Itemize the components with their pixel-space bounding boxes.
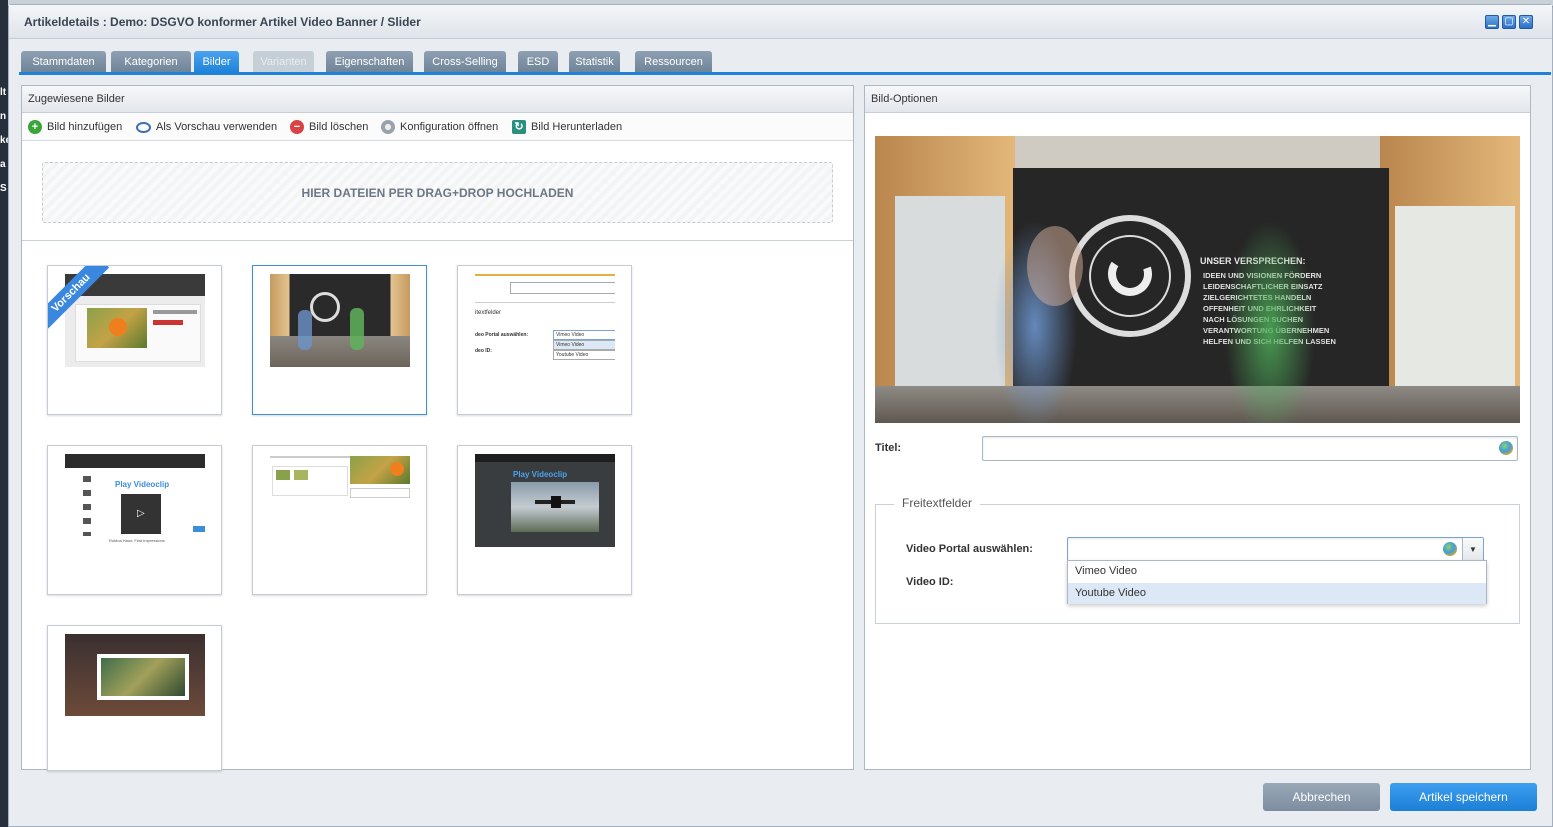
image-thumbnail-2[interactable]: [252, 265, 427, 415]
thumb-text: Rubina Haus: First Impressions: [109, 538, 165, 543]
add-image-label: Bild hinzufügen: [47, 121, 123, 133]
minus-icon: −: [290, 120, 304, 134]
assigned-images-panel: Zugewiesene Bilder + Bild hinzufügen Als …: [21, 85, 854, 771]
image-thumbnail-7[interactable]: [47, 625, 222, 771]
option-youtube-video[interactable]: Youtube Video: [1068, 583, 1486, 604]
image-thumbnail-5[interactable]: [252, 445, 427, 595]
save-article-button[interactable]: Artikel speichern: [1390, 783, 1537, 811]
gear-icon: [381, 120, 395, 134]
thumbnail-image: [270, 454, 410, 547]
video-portal-dropdown: Vimeo Video Youtube Video: [1067, 560, 1487, 604]
tab-ressourcen[interactable]: Ressourcen: [635, 51, 712, 73]
thumbnail-image: itextfelder deo Portal auswählen: deo ID…: [475, 274, 615, 367]
thumbnail-image: Play Videoclip ▷ Rubina Haus: First Impr…: [65, 454, 205, 562]
maximize-icon[interactable]: ▢: [1502, 15, 1516, 29]
globe-icon[interactable]: [1499, 441, 1513, 455]
thumb-text: itextfelder: [475, 310, 502, 316]
thumb-text: deo Portal auswählen:: [475, 332, 529, 338]
video-portal-select[interactable]: ▼: [1067, 537, 1484, 562]
globe-icon[interactable]: [1443, 542, 1457, 556]
open-config-button[interactable]: Konfiguration öffnen: [381, 120, 498, 134]
image-thumbnail-3[interactable]: itextfelder deo Portal auswählen: deo ID…: [457, 265, 632, 415]
delete-image-label: Bild löschen: [309, 121, 369, 133]
option-vimeo-video[interactable]: Vimeo Video: [1068, 561, 1486, 582]
thumb-text: Vimeo Video: [553, 330, 615, 340]
selected-image-preview: UNSER VERSPRECHEN: IDEEN UND VISIONEN FÖ…: [875, 136, 1520, 423]
tab-stammdaten[interactable]: Stammdaten: [21, 51, 106, 73]
article-details-window: Artikeldetails : Demo: DSGVO konformer A…: [8, 4, 1553, 827]
divider: [22, 240, 853, 241]
delete-image-button[interactable]: − Bild löschen: [290, 120, 368, 134]
tab-bilder[interactable]: Bilder: [194, 51, 239, 73]
tab-esd[interactable]: ESD: [518, 51, 558, 73]
thumb-text: Play Videoclip: [115, 480, 170, 489]
thumb-text: Youtube Video: [553, 350, 615, 360]
minimize-icon[interactable]: ▁: [1485, 15, 1499, 29]
title-label: Titel:: [875, 442, 902, 454]
bg-text-4: a: [0, 159, 6, 170]
video-portal-label: Video Portal auswählen:: [906, 543, 1033, 555]
panel-title: Bild-Optionen: [865, 86, 1530, 113]
download-image-label: Bild Herunterladen: [531, 121, 623, 133]
window-title: Artikeldetails : Demo: DSGVO konformer A…: [24, 15, 421, 29]
window-titlebar[interactable]: Artikeldetails : Demo: DSGVO konformer A…: [9, 5, 1552, 39]
tab-kategorien[interactable]: Kategorien: [111, 51, 191, 73]
bg-text-5: S: [0, 183, 7, 194]
thumb-text: Vimeo Video: [553, 340, 615, 350]
fieldset-legend: Freitextfelder: [894, 496, 981, 510]
tab-statistik[interactable]: Statistik: [569, 51, 620, 73]
drag-drop-upload-zone[interactable]: HIER DATEIEN PER DRAG+DROP HOCHLADEN: [42, 162, 833, 223]
background-window-strip: lt n ke a S: [0, 0, 8, 827]
chevron-down-icon[interactable]: ▼: [1462, 538, 1483, 561]
office-photo: UNSER VERSPRECHEN: IDEEN UND VISIONEN FÖ…: [875, 136, 1520, 423]
tab-varianten: Varianten: [253, 51, 314, 73]
thumbnail-image: Play Videoclip: [475, 454, 615, 547]
eye-icon: [136, 122, 151, 133]
cancel-button[interactable]: Abbrechen: [1263, 783, 1380, 811]
image-thumbnail-1[interactable]: Vorschau: [47, 265, 222, 415]
download-icon: ↻: [512, 120, 526, 134]
video-id-label: Video ID:: [906, 576, 954, 588]
add-image-button[interactable]: + Bild hinzufügen: [28, 120, 122, 134]
bg-text-1: lt: [0, 87, 7, 98]
tab-underline: [19, 72, 1551, 75]
download-image-button[interactable]: ↻ Bild Herunterladen: [512, 120, 622, 134]
open-config-label: Konfiguration öffnen: [400, 121, 499, 133]
thumb-text: Play Videoclip: [513, 470, 568, 479]
image-options-panel: Bild-Optionen UNSER VERSPRE: [864, 85, 1531, 770]
thumbnail-image: [270, 274, 410, 367]
bg-text-2: n: [0, 111, 7, 122]
image-thumbnail-4[interactable]: Play Videoclip ▷ Rubina Haus: First Impr…: [47, 445, 222, 595]
image-toolbar: + Bild hinzufügen Als Vorschau verwenden …: [22, 113, 853, 141]
image-thumbnail-6[interactable]: Play Videoclip: [457, 445, 632, 595]
close-icon[interactable]: ✕: [1519, 15, 1533, 29]
bg-text-3: ke: [0, 135, 8, 146]
use-as-preview-label: Als Vorschau verwenden: [156, 121, 278, 133]
thumbnail-image: [65, 634, 205, 716]
title-input[interactable]: [982, 436, 1518, 461]
tab-cross-selling[interactable]: Cross-Selling: [424, 51, 506, 73]
panel-title: Zugewiesene Bilder: [22, 86, 853, 113]
thumb-text: deo ID:: [475, 348, 492, 354]
plus-icon: +: [28, 120, 42, 134]
tab-eigenschaften[interactable]: Eigenschaften: [326, 51, 413, 73]
use-as-preview-button[interactable]: Als Vorschau verwenden: [136, 120, 277, 134]
